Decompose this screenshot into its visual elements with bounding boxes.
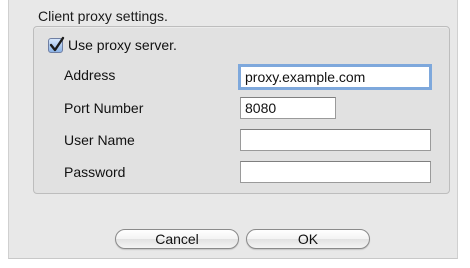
group-title: Client proxy settings. bbox=[38, 8, 168, 24]
address-field[interactable]: proxy.example.com bbox=[238, 64, 432, 90]
user-name-field[interactable] bbox=[240, 129, 431, 151]
password-label: Password bbox=[64, 164, 126, 180]
cancel-button[interactable]: Cancel bbox=[115, 229, 239, 249]
user-name-label: User Name bbox=[64, 132, 135, 148]
use-proxy-checkbox-row[interactable]: Use proxy server. bbox=[48, 35, 177, 55]
address-label: Address bbox=[64, 67, 116, 83]
checkmark-icon bbox=[49, 36, 65, 51]
proxy-settings-dialog: Client proxy settings. Use proxy server.… bbox=[0, 0, 470, 268]
port-number-field[interactable]: 8080 bbox=[240, 97, 336, 119]
port-number-label: Port Number bbox=[64, 100, 144, 116]
use-proxy-label[interactable]: Use proxy server. bbox=[68, 37, 177, 53]
use-proxy-checkbox[interactable] bbox=[48, 36, 65, 53]
ok-button[interactable]: OK bbox=[246, 229, 370, 249]
password-field[interactable] bbox=[240, 161, 431, 183]
